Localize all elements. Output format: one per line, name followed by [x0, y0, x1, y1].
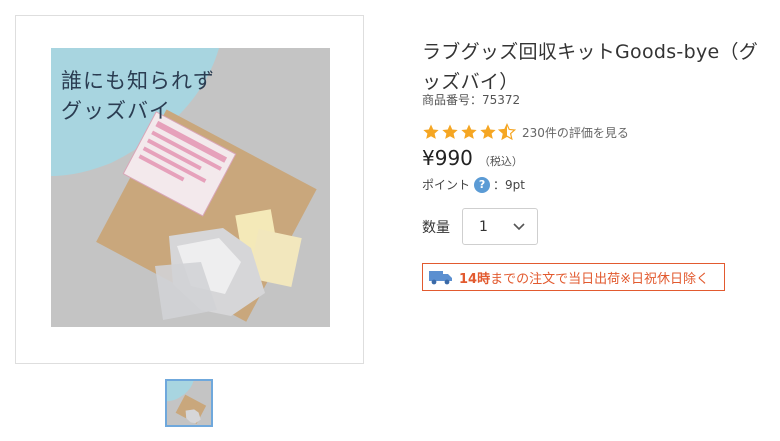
question-icon[interactable]: ?	[474, 176, 491, 193]
tax-note: （税込）	[478, 155, 523, 168]
thumbnail-illustration	[167, 381, 211, 425]
review-link[interactable]: 230件の評価を見る	[522, 124, 629, 141]
shipping-hour: 14時	[459, 271, 491, 287]
product-title: ラブグッズ回収キットGoods-bye（グッズバイ）	[422, 40, 759, 93]
photo-catchcopy: 誰にも知られず グッズバイ	[61, 69, 215, 123]
price-value: ¥990	[422, 146, 473, 170]
points-label: ポイント	[422, 178, 471, 192]
shipping-text: までの注文で当日出荷※日祝休日除く	[490, 271, 709, 287]
product-number: 商品番号：75372	[422, 91, 520, 108]
price: ¥990 （税込）	[422, 146, 523, 170]
product-number-value: 75372	[482, 93, 521, 107]
quantity-row: 数量 1	[422, 208, 538, 245]
star-icon	[423, 124, 439, 139]
rating[interactable]: 230件の評価を見る	[422, 123, 629, 141]
quantity-value: 1	[479, 218, 488, 235]
shipping-notice: 14時 までの注文で当日出荷※日祝休日除く	[422, 263, 725, 291]
points: ポイント ? ：9pt	[422, 176, 525, 193]
truck-icon	[429, 271, 452, 285]
half-star-icon	[498, 123, 516, 141]
quantity-label: 数量	[422, 219, 450, 236]
chevron-down-icon	[513, 222, 525, 230]
product-main-image-frame[interactable]: 誰にも知られず グッズバイ	[15, 15, 364, 364]
rating-stars	[422, 123, 516, 141]
star-icon	[442, 124, 458, 139]
product-photo: 誰にも知られず グッズバイ	[51, 48, 330, 327]
points-value: ：9pt	[493, 178, 525, 192]
star-icon	[461, 124, 477, 139]
product-number-label: 商品番号：	[422, 93, 483, 107]
quantity-select[interactable]: 1	[462, 208, 538, 245]
thumbnail-image[interactable]	[165, 379, 213, 427]
star-icon	[480, 124, 496, 139]
